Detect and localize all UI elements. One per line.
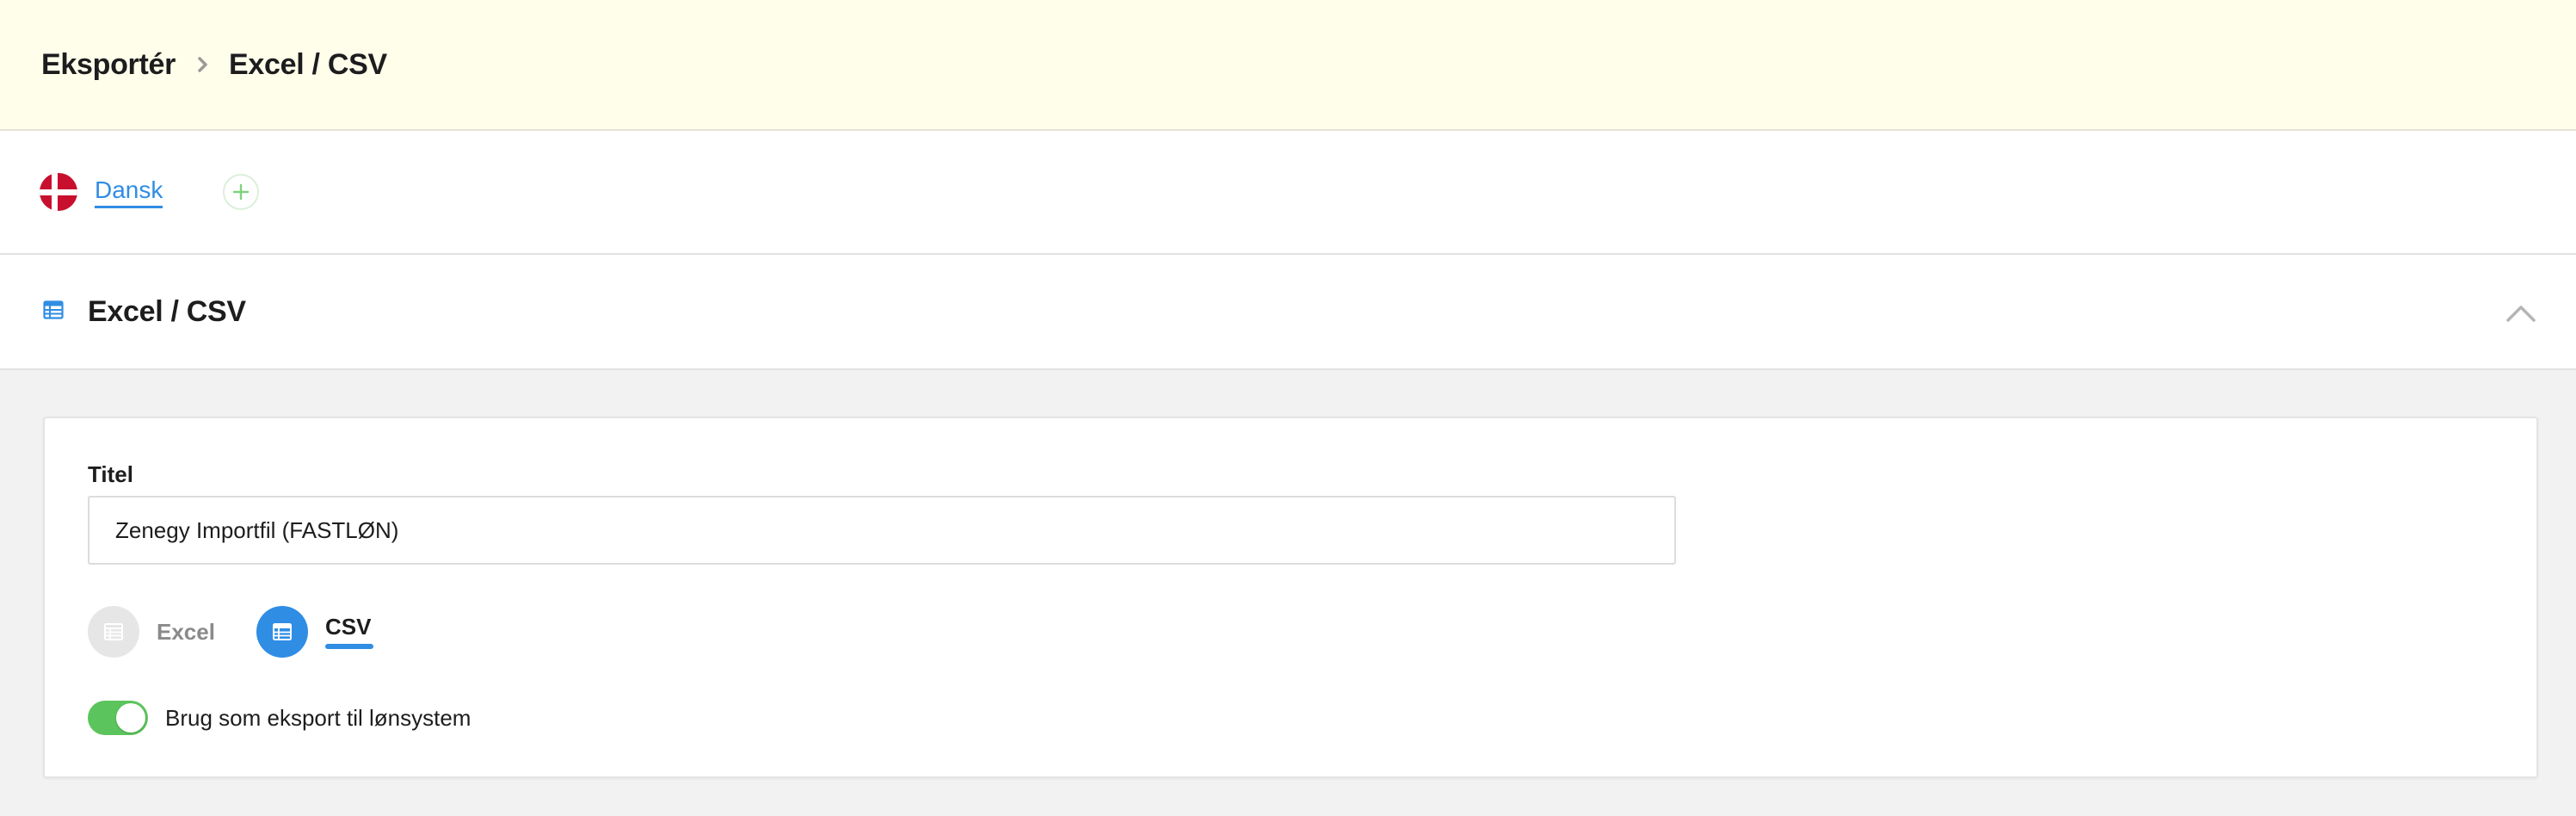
denmark-flag-icon <box>40 173 77 211</box>
section-header: Excel / CSV <box>0 255 2576 370</box>
breadcrumb-header: Eksportér Excel / CSV <box>0 0 2576 131</box>
format-label-excel: Excel <box>157 618 215 645</box>
language-tab-dansk[interactable]: Dansk <box>95 176 163 208</box>
format-option-excel[interactable]: Excel <box>88 606 215 658</box>
format-label-csv: CSV <box>325 613 372 640</box>
title-input[interactable] <box>88 496 1676 565</box>
payroll-export-row: Brug som eksport til lønsystem <box>88 701 471 735</box>
chevron-up-icon <box>2506 306 2536 322</box>
payroll-export-label: Brug som eksport til lønsystem <box>165 704 471 731</box>
collapse-button[interactable] <box>2500 293 2542 334</box>
section-title: Excel / CSV <box>88 294 246 328</box>
language-bar: Dansk <box>0 131 2576 255</box>
toggle-knob <box>116 703 145 733</box>
breadcrumb-current: Excel / CSV <box>229 47 387 81</box>
payroll-export-toggle[interactable] <box>88 701 148 735</box>
breadcrumb-parent[interactable]: Eksportér <box>41 48 176 82</box>
table-icon <box>43 300 64 325</box>
table-icon <box>256 606 308 658</box>
title-field-label: Titel <box>88 461 133 487</box>
add-language-button[interactable] <box>223 174 260 210</box>
table-icon <box>88 606 139 658</box>
chevron-right-icon <box>186 47 220 82</box>
format-option-csv[interactable]: CSV <box>256 606 373 658</box>
export-settings-card: Titel Excel CSV <box>43 417 2538 778</box>
plus-icon <box>233 183 250 201</box>
selected-format-indicator <box>325 644 373 649</box>
